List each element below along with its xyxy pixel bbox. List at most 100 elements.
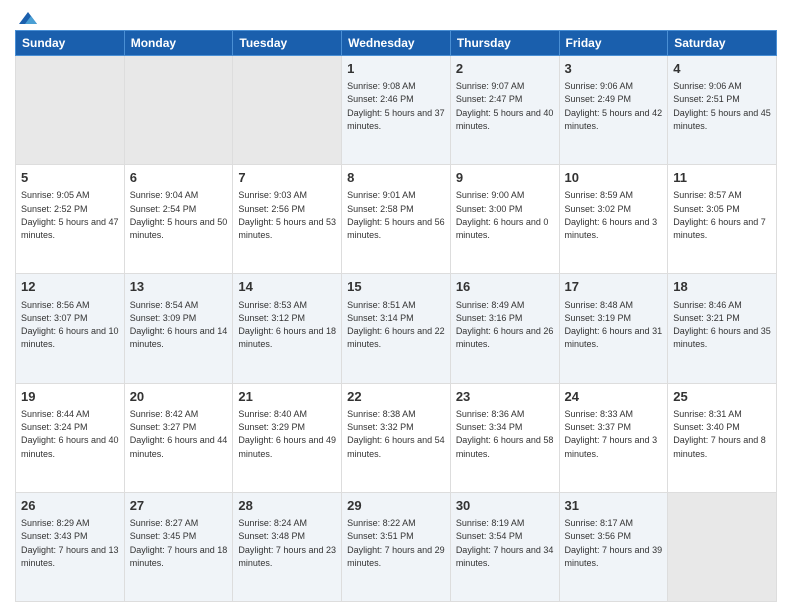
calendar-day-15: 15Sunrise: 8:51 AM Sunset: 3:14 PM Dayli… [342,274,451,383]
day-number: 27 [130,497,228,515]
calendar-day-30: 30 Sunrise: 8:19 AM Sunset: 3:54 PM Dayli… [450,492,559,601]
day-details: Sunrise: 8:48 AM Sunset: 3:19 PM Dayligh… [565,300,663,350]
calendar-empty-cell [16,56,125,165]
calendar-day-17: 17 Sunrise: 8:48 AM Sunset: 3:19 PM Dayli… [559,274,668,383]
day-number: 17 [565,278,663,296]
day-number: 23 [456,388,554,406]
day-number: 25 [673,388,771,406]
day-details: Sunrise: 8:31 AM Sunset: 3:40 PM Dayligh… [673,409,766,459]
calendar-day-24: 24 Sunrise: 8:33 AM Sunset: 3:37 PM Dayli… [559,383,668,492]
day-details: Sunrise: 8:57 AM Sunset: 3:05 PM Dayligh… [673,190,766,240]
calendar-empty-cell [233,56,342,165]
day-details: Sunrise: 8:54 AM Sunset: 3:09 PM Dayligh… [130,300,228,350]
day-number: 30 [456,497,554,515]
calendar-day-20: 20 Sunrise: 8:42 AM Sunset: 3:27 PM Dayli… [124,383,233,492]
day-details: Sunrise: 8:33 AM Sunset: 3:37 PM Dayligh… [565,409,658,459]
calendar-page: SundayMondayTuesdayWednesdayThursdayFrid… [0,0,792,612]
day-number: 13 [130,278,228,296]
calendar-day-5: 5Sunrise: 9:05 AM Sunset: 2:52 PM Daylig… [16,165,125,274]
header [15,10,777,22]
header-friday: Friday [559,31,668,56]
day-number: 3 [565,60,663,78]
day-details: Sunrise: 9:05 AM Sunset: 2:52 PM Dayligh… [21,190,119,240]
calendar-day-6: 6 Sunrise: 9:04 AM Sunset: 2:54 PM Daylig… [124,165,233,274]
header-thursday: Thursday [450,31,559,56]
calendar-week-row: 12 Sunrise: 8:56 AM Sunset: 3:07 PM Dayli… [16,274,777,383]
calendar-day-10: 10 Sunrise: 8:59 AM Sunset: 3:02 PM Dayli… [559,165,668,274]
day-number: 14 [238,278,336,296]
day-details: Sunrise: 8:42 AM Sunset: 3:27 PM Dayligh… [130,409,228,459]
day-number: 1 [347,60,445,78]
day-details: Sunrise: 9:04 AM Sunset: 2:54 PM Dayligh… [130,190,228,240]
day-details: Sunrise: 9:03 AM Sunset: 2:56 PM Dayligh… [238,190,336,240]
day-number: 8 [347,169,445,187]
calendar-day-2: 2 Sunrise: 9:07 AM Sunset: 2:47 PM Daylig… [450,56,559,165]
day-number: 15 [347,278,445,296]
calendar-week-row: 5Sunrise: 9:05 AM Sunset: 2:52 PM Daylig… [16,165,777,274]
day-number: 26 [21,497,119,515]
calendar-day-7: 7 Sunrise: 9:03 AM Sunset: 2:56 PM Daylig… [233,165,342,274]
day-number: 29 [347,497,445,515]
calendar-day-23: 23 Sunrise: 8:36 AM Sunset: 3:34 PM Dayli… [450,383,559,492]
day-details: Sunrise: 8:27 AM Sunset: 3:45 PM Dayligh… [130,518,228,568]
calendar-week-row: 26 Sunrise: 8:29 AM Sunset: 3:43 PM Dayli… [16,492,777,601]
day-number: 7 [238,169,336,187]
day-details: Sunrise: 9:06 AM Sunset: 2:49 PM Dayligh… [565,81,663,131]
day-details: Sunrise: 8:36 AM Sunset: 3:34 PM Dayligh… [456,409,554,459]
day-details: Sunrise: 8:29 AM Sunset: 3:43 PM Dayligh… [21,518,119,568]
day-details: Sunrise: 8:56 AM Sunset: 3:07 PM Dayligh… [21,300,119,350]
calendar-day-28: 28 Sunrise: 8:24 AM Sunset: 3:48 PM Dayli… [233,492,342,601]
calendar-day-26: 26 Sunrise: 8:29 AM Sunset: 3:43 PM Dayli… [16,492,125,601]
calendar-day-13: 13 Sunrise: 8:54 AM Sunset: 3:09 PM Dayli… [124,274,233,383]
day-number: 20 [130,388,228,406]
day-number: 16 [456,278,554,296]
calendar-day-16: 16 Sunrise: 8:49 AM Sunset: 3:16 PM Dayli… [450,274,559,383]
day-details: Sunrise: 9:06 AM Sunset: 2:51 PM Dayligh… [673,81,771,131]
calendar-week-row: 19 Sunrise: 8:44 AM Sunset: 3:24 PM Dayli… [16,383,777,492]
day-number: 10 [565,169,663,187]
calendar-day-31: 31Sunrise: 8:17 AM Sunset: 3:56 PM Dayli… [559,492,668,601]
calendar-day-9: 9Sunrise: 9:00 AM Sunset: 3:00 PM Daylig… [450,165,559,274]
calendar-day-22: 22Sunrise: 8:38 AM Sunset: 3:32 PM Dayli… [342,383,451,492]
calendar-empty-cell [668,492,777,601]
header-monday: Monday [124,31,233,56]
calendar-empty-cell [124,56,233,165]
day-number: 18 [673,278,771,296]
calendar-day-29: 29 Sunrise: 8:22 AM Sunset: 3:51 PM Dayli… [342,492,451,601]
calendar-day-4: 4 Sunrise: 9:06 AM Sunset: 2:51 PM Daylig… [668,56,777,165]
day-details: Sunrise: 9:00 AM Sunset: 3:00 PM Dayligh… [456,190,549,240]
day-details: Sunrise: 8:59 AM Sunset: 3:02 PM Dayligh… [565,190,658,240]
day-number: 2 [456,60,554,78]
day-details: Sunrise: 8:19 AM Sunset: 3:54 PM Dayligh… [456,518,554,568]
day-number: 4 [673,60,771,78]
logo [15,10,39,22]
day-details: Sunrise: 8:44 AM Sunset: 3:24 PM Dayligh… [21,409,119,459]
day-number: 6 [130,169,228,187]
day-number: 11 [673,169,771,187]
calendar-day-19: 19 Sunrise: 8:44 AM Sunset: 3:24 PM Dayli… [16,383,125,492]
day-number: 19 [21,388,119,406]
calendar-day-1: 1Sunrise: 9:08 AM Sunset: 2:46 PM Daylig… [342,56,451,165]
calendar-day-18: 18 Sunrise: 8:46 AM Sunset: 3:21 PM Dayli… [668,274,777,383]
calendar-day-21: 21 Sunrise: 8:40 AM Sunset: 3:29 PM Dayli… [233,383,342,492]
day-details: Sunrise: 8:38 AM Sunset: 3:32 PM Dayligh… [347,409,445,459]
day-details: Sunrise: 8:40 AM Sunset: 3:29 PM Dayligh… [238,409,336,459]
calendar-day-25: 25 Sunrise: 8:31 AM Sunset: 3:40 PM Dayli… [668,383,777,492]
day-details: Sunrise: 8:49 AM Sunset: 3:16 PM Dayligh… [456,300,554,350]
day-number: 12 [21,278,119,296]
day-details: Sunrise: 8:46 AM Sunset: 3:21 PM Dayligh… [673,300,771,350]
calendar-day-3: 3 Sunrise: 9:06 AM Sunset: 2:49 PM Daylig… [559,56,668,165]
calendar-week-row: 1Sunrise: 9:08 AM Sunset: 2:46 PM Daylig… [16,56,777,165]
day-details: Sunrise: 9:07 AM Sunset: 2:47 PM Dayligh… [456,81,554,131]
header-sunday: Sunday [16,31,125,56]
day-details: Sunrise: 8:53 AM Sunset: 3:12 PM Dayligh… [238,300,336,350]
day-number: 21 [238,388,336,406]
day-details: Sunrise: 8:24 AM Sunset: 3:48 PM Dayligh… [238,518,336,568]
header-tuesday: Tuesday [233,31,342,56]
day-number: 24 [565,388,663,406]
calendar-day-8: 8Sunrise: 9:01 AM Sunset: 2:58 PM Daylig… [342,165,451,274]
day-number: 28 [238,497,336,515]
calendar-day-14: 14 Sunrise: 8:53 AM Sunset: 3:12 PM Dayli… [233,274,342,383]
day-details: Sunrise: 8:17 AM Sunset: 3:56 PM Dayligh… [565,518,663,568]
day-details: Sunrise: 8:22 AM Sunset: 3:51 PM Dayligh… [347,518,445,568]
